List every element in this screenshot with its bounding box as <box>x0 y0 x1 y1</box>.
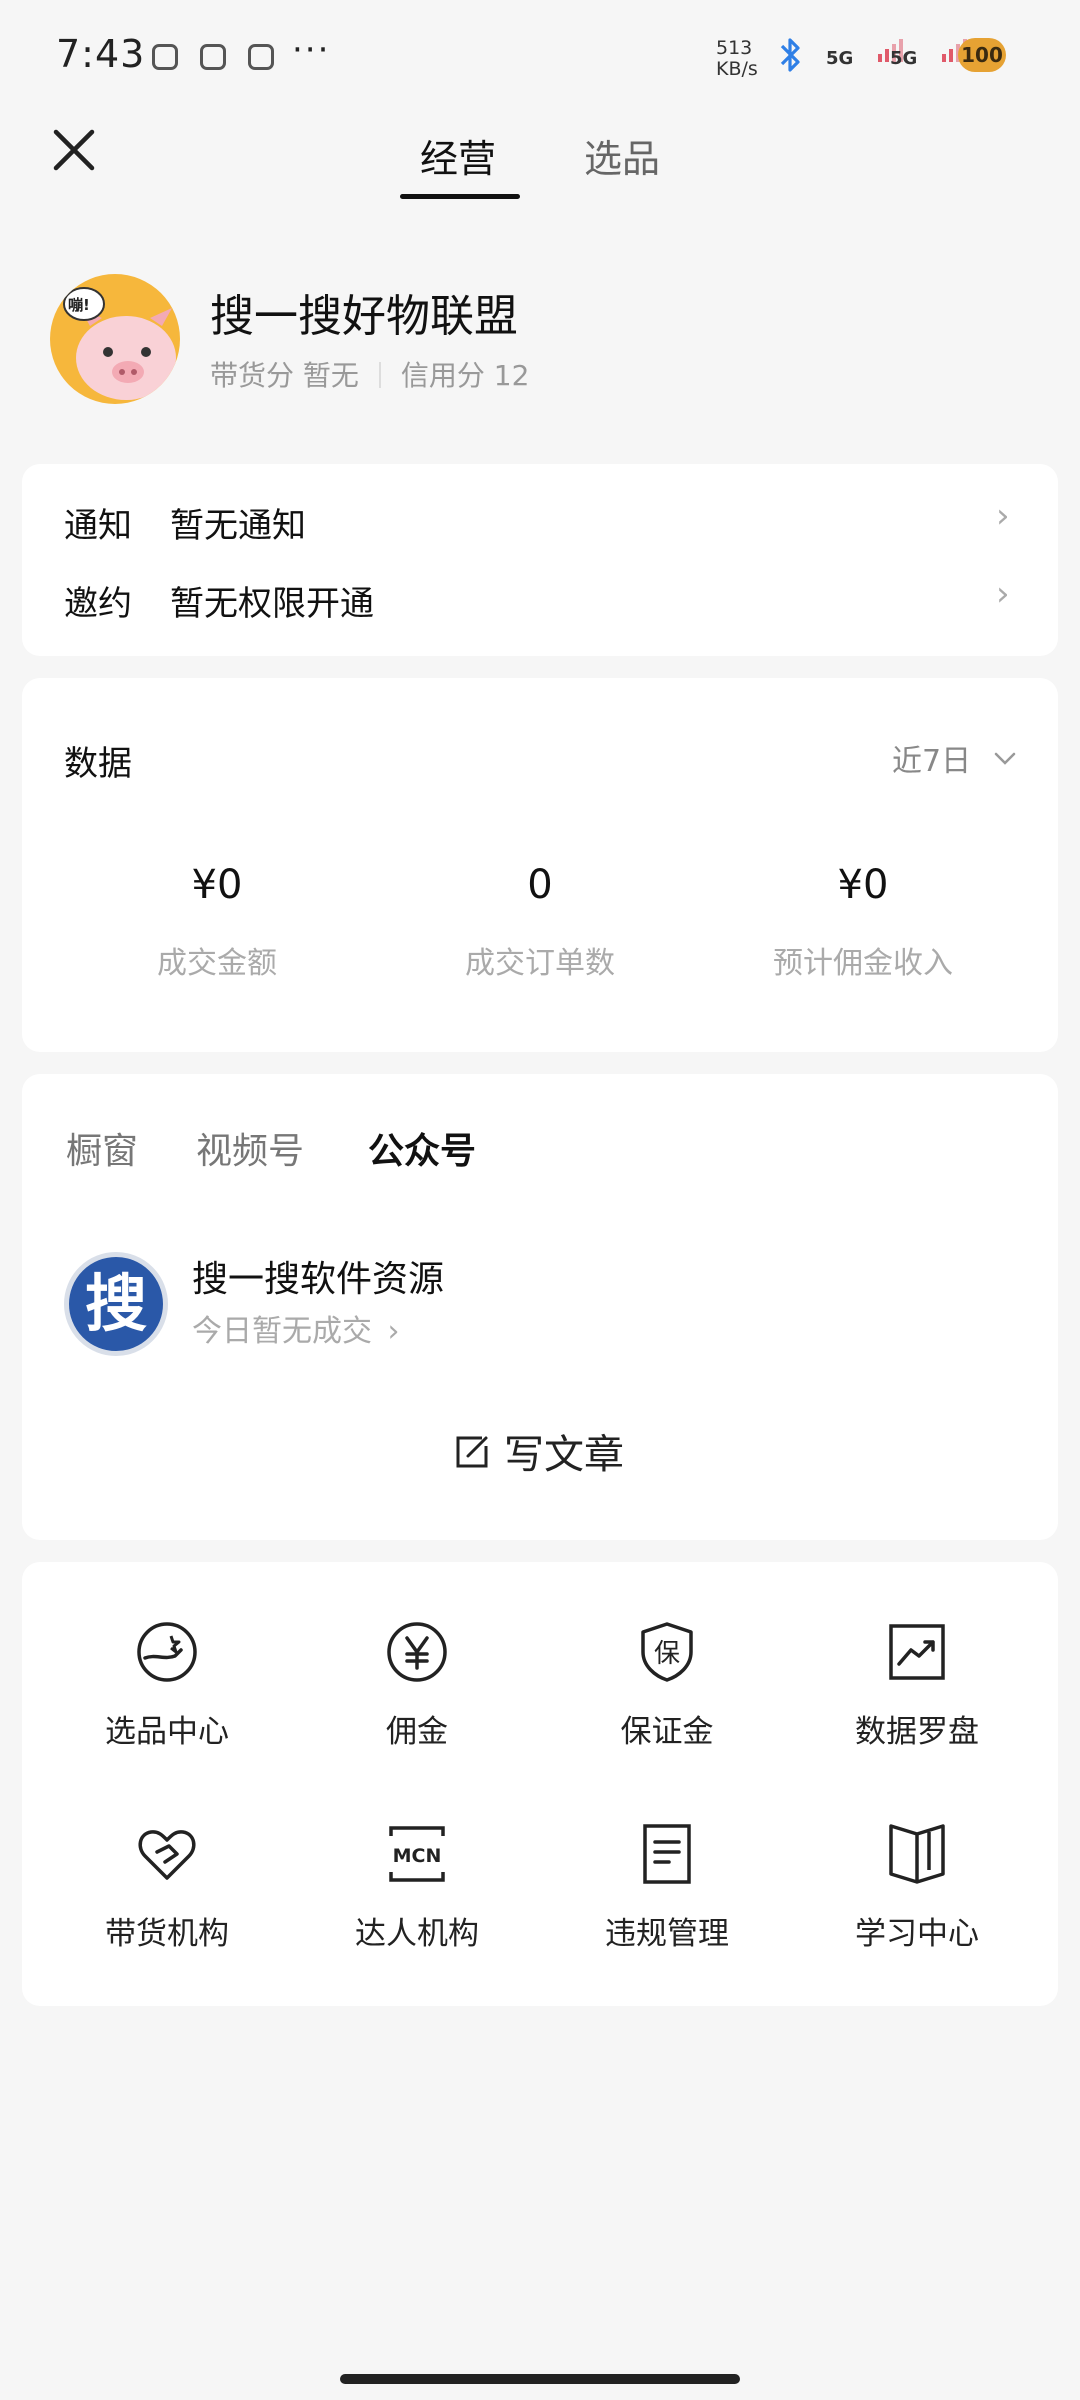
tool-learning-center[interactable]: 学习中心 <box>792 1822 1042 1953</box>
edit-icon <box>456 1436 488 1468</box>
network-speed: 513 KB/s <box>716 38 758 80</box>
battery-indicator: 100 <box>958 38 1006 72</box>
write-article-button[interactable]: 写文章 <box>452 1422 624 1480</box>
yen-circle-icon <box>387 1622 447 1682</box>
signal-label: 5G <box>890 48 918 69</box>
tab-product-selection[interactable]: 选品 <box>584 128 660 183</box>
heart-handshake-icon <box>138 1830 196 1880</box>
credit-score: 信用分 12 <box>400 359 530 392</box>
store-avatar[interactable]: 嘣! <box>50 274 180 404</box>
notices-card: 通知 暂无通知 › 邀约 暂无权限开通 › <box>22 464 1058 656</box>
tool-data-compass[interactable]: 数据罗盘 <box>792 1620 1042 1751</box>
tool-label: 选品中心 <box>105 1714 229 1750</box>
status-time: 7:43 <box>56 32 146 76</box>
notice-value: 暂无通知 <box>170 506 306 546</box>
invitation-row[interactable]: 邀约 暂无权限开通 › <box>22 560 1058 656</box>
tool-label: 保证金 <box>620 1714 714 1750</box>
tab-showcase[interactable]: 橱窗 <box>66 1122 138 1174</box>
shield-deposit-icon: 保 <box>641 1622 693 1682</box>
network-speed-value: 513 <box>716 37 753 59</box>
store-scores: 带货分 暂无 信用分 12 <box>210 354 529 394</box>
chevron-right-icon: › <box>996 574 1010 614</box>
deposit-char: 保 <box>654 1639 680 1669</box>
close-icon[interactable] <box>48 124 100 176</box>
account-status-link[interactable]: 今日暂无成交 › <box>192 1306 400 1350</box>
data-section-title: 数据 <box>64 744 132 784</box>
notification-app-icon <box>152 44 178 70</box>
chevron-right-icon: › <box>996 496 1010 536</box>
channels-card: 橱窗 视频号 公众号 搜 搜一搜软件资源 今日暂无成交 › 写文章 <box>22 1074 1058 1540</box>
network-speed-unit: KB/s <box>716 58 758 80</box>
stat-label: 预计佣金收入 <box>773 946 953 981</box>
more-notifications-icon: ··· <box>292 30 331 70</box>
book-icon <box>889 1824 945 1884</box>
chevron-down-icon <box>994 752 1015 765</box>
invitation-label: 邀约 <box>64 584 132 624</box>
stat-value: 0 <box>527 862 553 908</box>
notice-label: 通知 <box>64 506 132 546</box>
tab-official-account[interactable]: 公众号 <box>368 1122 476 1174</box>
tool-label: 带货机构 <box>105 1916 229 1952</box>
date-range-value: 近7日 <box>892 744 972 779</box>
chevron-right-icon: › <box>387 1314 400 1349</box>
tool-agency[interactable]: 带货机构 <box>42 1822 292 1953</box>
stat-label: 成交金额 <box>157 946 277 981</box>
account-status: 今日暂无成交 <box>192 1314 372 1349</box>
stat-value: ¥0 <box>837 862 889 908</box>
chart-trend-icon <box>889 1624 945 1680</box>
account-name: 搜一搜软件资源 <box>192 1259 445 1300</box>
avatar-bubble-text: 嘣! <box>68 296 90 314</box>
tool-mcn[interactable]: MCN 达人机构 <box>292 1822 542 1953</box>
tool-label: 学习中心 <box>855 1916 979 1952</box>
divider <box>378 362 381 388</box>
tab-channels[interactable]: 视频号 <box>196 1122 304 1174</box>
selling-score: 带货分 暂无 <box>210 359 359 392</box>
tools-card: 选品中心 佣金 保 保证金 数据罗盘 带货机构 MCN 达人机构 违规管理 学习… <box>22 1562 1058 2006</box>
store-name: 搜一搜好物联盟 <box>210 291 518 342</box>
notification-app-icon <box>248 44 274 70</box>
account-avatar: 搜 <box>64 1252 168 1356</box>
tab-business[interactable]: 经营 <box>420 128 496 183</box>
stat-value: ¥0 <box>191 862 243 908</box>
tool-label: 佣金 <box>386 1714 448 1750</box>
home-indicator[interactable] <box>340 2374 740 2384</box>
notice-row[interactable]: 通知 暂无通知 › <box>22 464 1058 560</box>
tool-deposit[interactable]: 保 保证金 <box>542 1620 792 1751</box>
bluetooth-icon <box>780 38 800 72</box>
tool-label: 达人机构 <box>355 1916 479 1952</box>
stat-label: 成交订单数 <box>465 946 615 981</box>
write-article-label: 写文章 <box>504 1432 624 1478</box>
mcn-icon: MCN <box>389 1826 445 1882</box>
data-card: 数据 近7日 ¥0 成交金额 0 成交订单数 ¥0 预计佣金收入 <box>22 678 1058 1052</box>
signal-label: 5G <box>826 48 854 69</box>
tab-active-indicator <box>400 194 520 199</box>
tool-product-center[interactable]: 选品中心 <box>42 1620 292 1751</box>
tool-commission[interactable]: 佣金 <box>292 1620 542 1751</box>
document-icon <box>643 1824 691 1884</box>
product-hand-icon <box>137 1622 197 1682</box>
tool-label: 数据罗盘 <box>855 1714 979 1750</box>
mcn-text: MCN <box>393 1845 442 1867</box>
invitation-value: 暂无权限开通 <box>170 584 374 624</box>
date-range-select[interactable]: 近7日 <box>892 736 1017 780</box>
notification-app-icon <box>200 44 226 70</box>
tool-violation[interactable]: 违规管理 <box>542 1822 792 1953</box>
tool-label: 违规管理 <box>605 1916 729 1952</box>
